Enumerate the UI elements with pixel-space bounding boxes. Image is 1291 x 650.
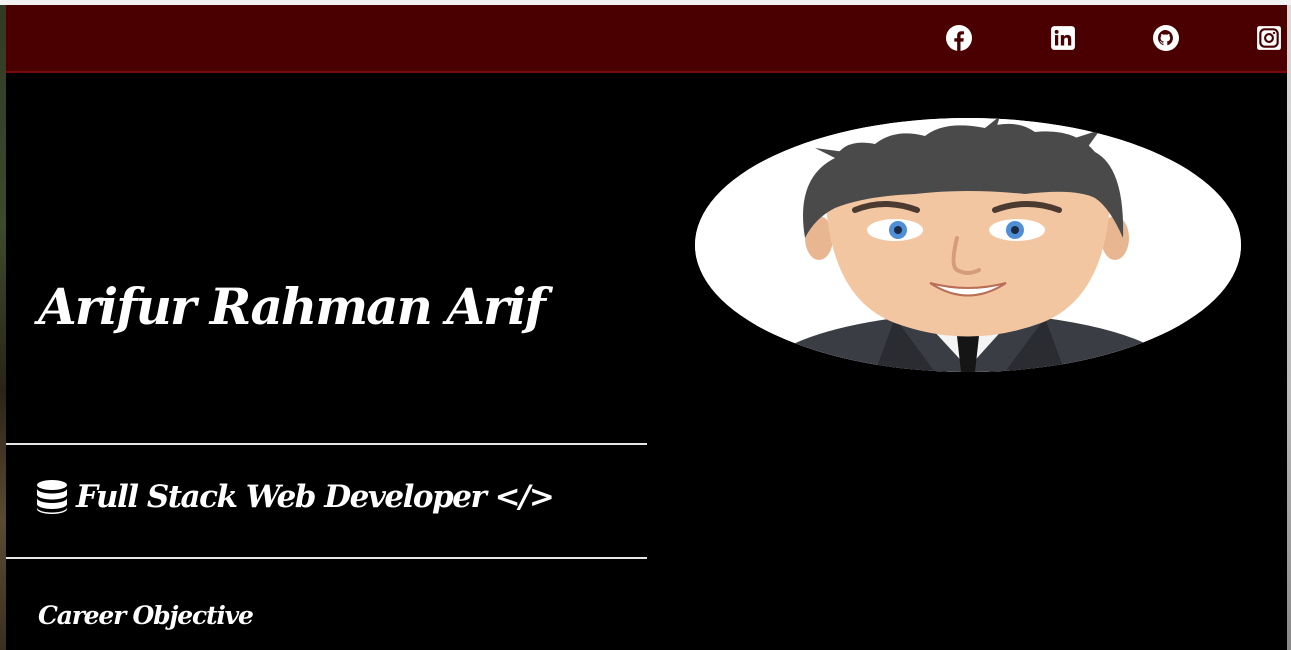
instagram-link[interactable]	[1256, 25, 1281, 51]
linkedin-icon	[1051, 26, 1075, 50]
github-link[interactable]	[1153, 25, 1179, 51]
linkedin-link[interactable]	[1050, 25, 1076, 51]
github-icon	[1153, 25, 1179, 51]
scrollbar-track[interactable]	[1287, 0, 1291, 650]
facebook-icon	[946, 25, 972, 51]
navbar	[6, 5, 1287, 73]
divider-top	[6, 443, 647, 445]
divider-bottom	[6, 557, 647, 559]
hero-name: Arifur Rahman Arif	[38, 277, 546, 336]
database-icon	[37, 480, 67, 514]
page: Arifur Rahman Arif Full Stack Web Develo…	[6, 5, 1287, 650]
role-label: Full Stack Web Developer </>	[76, 479, 555, 515]
avatar-illustration	[695, 118, 1241, 372]
instagram-icon	[1257, 26, 1281, 50]
facebook-link[interactable]	[946, 25, 972, 51]
career-objective-heading: Career Objective	[38, 601, 254, 630]
role-title: Full Stack Web Developer </>	[36, 479, 555, 515]
avatar	[695, 118, 1241, 372]
